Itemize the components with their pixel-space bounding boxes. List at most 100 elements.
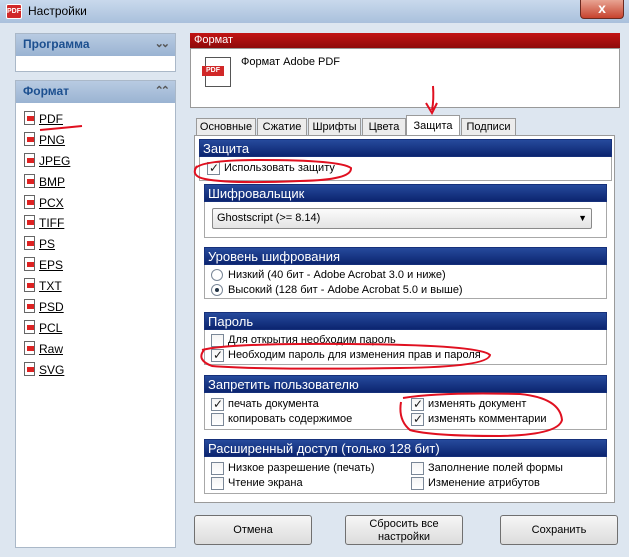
extended-access-header: Расширенный доступ (только 128 бит) (204, 439, 607, 457)
raw-file-icon (24, 340, 35, 355)
format-link[interactable]: EPS (39, 258, 63, 272)
format-item-eps[interactable]: EPS (24, 255, 175, 276)
dropdown-arrow-icon[interactable]: ▼ (578, 209, 587, 228)
save-button-label: Сохранить (531, 524, 587, 536)
encryptor-group: Шифровальщик Ghostscript (>= 8.14) ▼ (204, 184, 607, 238)
format-item-jpeg[interactable]: JPEG (24, 151, 175, 172)
extended-access-body: Низкое разрешение (печать) Чтение экрана… (204, 457, 607, 494)
jpeg-file-icon (24, 152, 35, 167)
close-button[interactable]: x (580, 0, 624, 19)
format-link[interactable]: TXT (39, 279, 62, 293)
restrict-copy-checkbox[interactable] (211, 413, 224, 426)
use-security-checkbox[interactable] (207, 161, 220, 175)
png-file-icon (24, 131, 35, 146)
format-link[interactable]: PS (39, 237, 55, 251)
rights-password-checkbox[interactable] (211, 348, 224, 362)
level-high-radio[interactable] (211, 284, 223, 296)
format-link[interactable]: SVG (39, 363, 64, 377)
bmp-file-icon (24, 173, 35, 188)
format-item-png[interactable]: PNG (24, 130, 175, 151)
level-high-label: Высокий (128 бит - Adobe Acrobat 5.0 и в… (228, 284, 463, 296)
restrict-comments-label: изменять комментарии (428, 413, 547, 425)
format-item-pcl[interactable]: PCL (24, 318, 175, 339)
program-panel-header[interactable]: Программа ⌄⌄ (16, 34, 175, 56)
cancel-button[interactable]: Отмена (194, 515, 312, 545)
collapse-chevron-icon[interactable]: ⌃⌃ (155, 84, 171, 97)
level-low-label: Низкий (40 бит - Adobe Acrobat 3.0 и ниж… (228, 269, 446, 281)
format-item-psd[interactable]: PSD (24, 297, 175, 318)
pcx-file-icon (24, 194, 35, 209)
format-item-bmp[interactable]: BMP (24, 172, 175, 193)
use-security-label: Использовать защиту (224, 162, 335, 174)
screen-read-label: Чтение экрана (228, 477, 303, 489)
security-group-body: Использовать защиту (199, 157, 612, 181)
restrict-modify-label: изменять документ (428, 398, 527, 410)
expand-chevron-icon[interactable]: ⌄⌄ (155, 37, 171, 50)
format-link[interactable]: BMP (39, 175, 65, 189)
encryptor-select[interactable]: Ghostscript (>= 8.14) ▼ (212, 208, 592, 229)
encryptor-group-body: Ghostscript (>= 8.14) ▼ (204, 202, 607, 238)
eps-file-icon (24, 257, 35, 272)
change-attrs-checkbox[interactable] (411, 477, 424, 490)
tab-strip: Основные Сжатие Шрифты Цвета Защита Подп… (196, 115, 626, 136)
format-link[interactable]: PSD (39, 300, 64, 314)
format-link[interactable]: TIFF (39, 216, 64, 230)
save-button[interactable]: Сохранить (500, 515, 618, 545)
password-group-body: Для открытия необходим пароль Необходим … (204, 330, 607, 365)
format-item-raw[interactable]: Raw (24, 339, 175, 360)
psd-file-icon (24, 299, 35, 314)
restrict-modify-checkbox[interactable] (411, 397, 424, 411)
encryption-level-group: Уровень шифрования Низкий (40 бит - Adob… (204, 247, 607, 299)
format-link[interactable]: PCX (39, 196, 64, 210)
main-panel: Формат PDF Формат Adobe PDF Основные Сжа… (190, 33, 620, 503)
format-link[interactable]: Raw (39, 342, 63, 356)
format-link[interactable]: JPEG (39, 154, 70, 168)
restrict-print-checkbox[interactable] (211, 397, 224, 411)
security-tab-body: Защита Использовать защиту Шифровальщик … (194, 135, 615, 503)
format-name: Формат Adobe PDF (241, 56, 340, 68)
change-attrs-label: Изменение атрибутов (428, 477, 540, 489)
screen-read-checkbox[interactable] (211, 477, 224, 490)
pdf-document-icon: PDF (202, 57, 231, 87)
format-list: PDF PNG JPEG BMP PCX TIFF PS EPS TXT PSD… (16, 103, 175, 381)
restrict-group-body: печать документа копировать содержимое и… (204, 393, 607, 430)
tab-compression[interactable]: Сжатие (257, 118, 307, 135)
password-group: Пароль Для открытия необходим пароль Нео… (204, 312, 607, 365)
pdf-file-icon (24, 111, 35, 125)
format-item-tiff[interactable]: TIFF (24, 213, 175, 234)
tab-signatures[interactable]: Подписи (461, 118, 516, 135)
tab-fonts[interactable]: Шрифты (308, 118, 361, 135)
ps-file-icon (24, 236, 35, 251)
format-item-ps[interactable]: PS (24, 234, 175, 255)
format-link[interactable]: PNG (39, 133, 65, 147)
reset-button-line1: Сбросить все (369, 518, 439, 530)
tab-security[interactable]: Защита (406, 115, 460, 136)
fill-forms-checkbox[interactable] (411, 462, 424, 475)
reset-settings-button[interactable]: Сбросить все настройки (345, 515, 463, 545)
format-item-txt[interactable]: TXT (24, 276, 175, 297)
format-item-svg[interactable]: SVG (24, 360, 175, 381)
tab-colors[interactable]: Цвета (362, 118, 406, 135)
open-password-checkbox[interactable] (211, 334, 224, 347)
extended-access-group: Расширенный доступ (только 128 бит) Низк… (204, 439, 607, 494)
low-res-label: Низкое разрешение (печать) (228, 462, 375, 474)
encryption-level-header: Уровень шифрования (204, 247, 607, 265)
format-panel: Формат ⌃⌃ PDF PNG JPEG BMP PCX TIFF PS E… (15, 80, 176, 548)
level-low-radio[interactable] (211, 269, 223, 281)
restrict-comments-checkbox[interactable] (411, 412, 424, 426)
tab-basic[interactable]: Основные (196, 118, 256, 135)
rights-password-label: Необходим пароль для изменения прав и па… (228, 349, 481, 361)
restrict-group: Запретить пользователю печать документа … (204, 375, 607, 430)
txt-file-icon (24, 278, 35, 293)
format-item-pcx[interactable]: PCX (24, 193, 175, 214)
format-link[interactable]: PDF (39, 112, 63, 126)
format-item-pdf[interactable]: PDF (24, 109, 175, 130)
format-info-box: PDF Формат Adobe PDF (190, 48, 620, 108)
restrict-print-label: печать документа (228, 398, 319, 410)
format-panel-header[interactable]: Формат ⌃⌃ (16, 81, 175, 103)
program-panel-title: Программа (23, 37, 90, 51)
title-bar[interactable]: PDF Настройки x (0, 0, 629, 23)
format-panel-title: Формат (23, 84, 70, 98)
format-link[interactable]: PCL (39, 321, 62, 335)
low-res-checkbox[interactable] (211, 462, 224, 475)
